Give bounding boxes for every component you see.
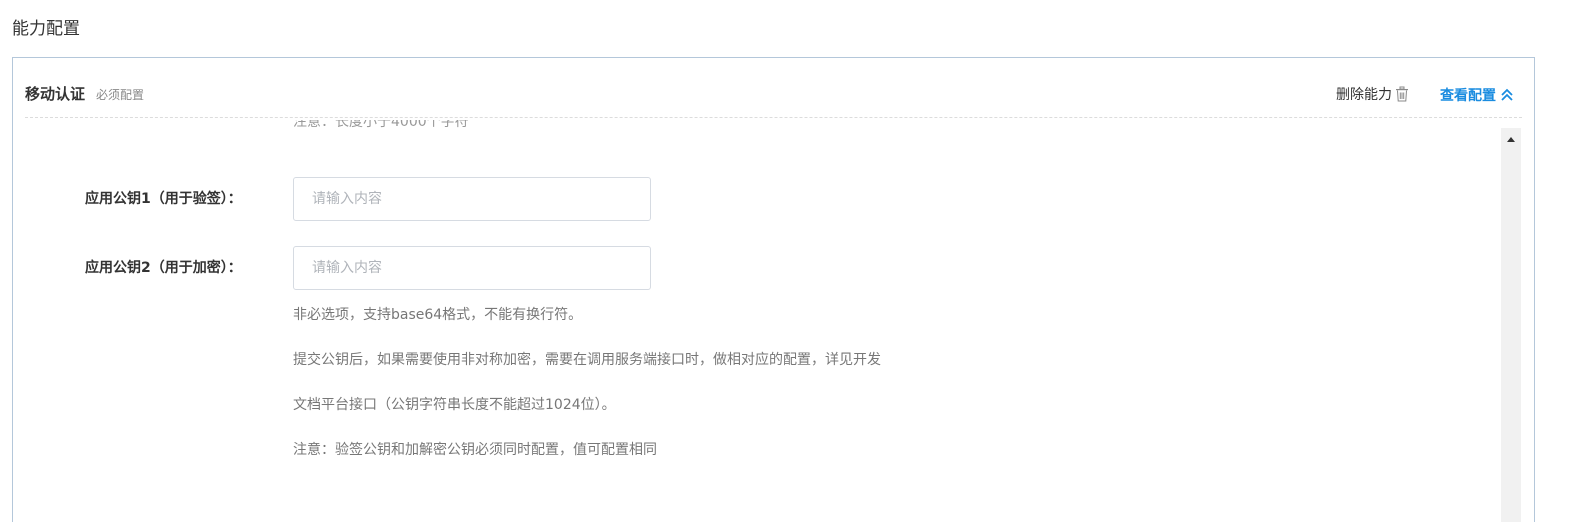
- view-config-button[interactable]: 查看配置: [1440, 85, 1514, 105]
- page-title: 能力配置: [12, 19, 80, 39]
- help-text-line: 非必选项，支持base64格式，不能有换行符。: [293, 307, 583, 323]
- public-key-2-input[interactable]: [293, 246, 651, 290]
- capability-panel: 移动认证 必须配置 删除能力 查看配置 注意：长度小于4000个字符 应用公钥1…: [12, 57, 1535, 522]
- trash-icon: [1395, 86, 1409, 102]
- delete-capability-label: 删除能力: [1336, 87, 1392, 103]
- cut-off-note: 注意：长度小于4000个字符: [293, 120, 469, 130]
- chevrons-up-icon: [1500, 87, 1514, 103]
- delete-capability-button[interactable]: 删除能力: [1336, 84, 1409, 104]
- public-key-1-label: 应用公钥1（用于验签）：: [85, 191, 242, 207]
- scroll-up-arrow-icon[interactable]: [1507, 137, 1515, 142]
- config-scroll-area[interactable]: 注意：长度小于4000个字符 应用公钥1（用于验签）： 应用公钥2（用于加密）：…: [13, 118, 1534, 522]
- public-key-1-input[interactable]: [293, 177, 651, 221]
- help-text-line: 注意：验签公钥和加解密公钥必须同时配置，值可配置相同: [293, 442, 657, 458]
- panel-header: 移动认证 必须配置 删除能力 查看配置: [13, 58, 1534, 118]
- public-key-2-label: 应用公钥2（用于加密）：: [85, 260, 242, 276]
- vertical-scrollbar[interactable]: [1501, 128, 1521, 522]
- help-text-line: 文档平台接口（公钥字符串长度不能超过1024位）。: [293, 397, 616, 413]
- required-tag: 必须配置: [96, 88, 145, 102]
- panel-name: 移动认证: [25, 85, 86, 103]
- help-text-line: 提交公钥后，如果需要使用非对称加密，需要在调用服务端接口时，做相对应的配置，详见…: [293, 352, 881, 368]
- view-config-label: 查看配置: [1440, 88, 1496, 104]
